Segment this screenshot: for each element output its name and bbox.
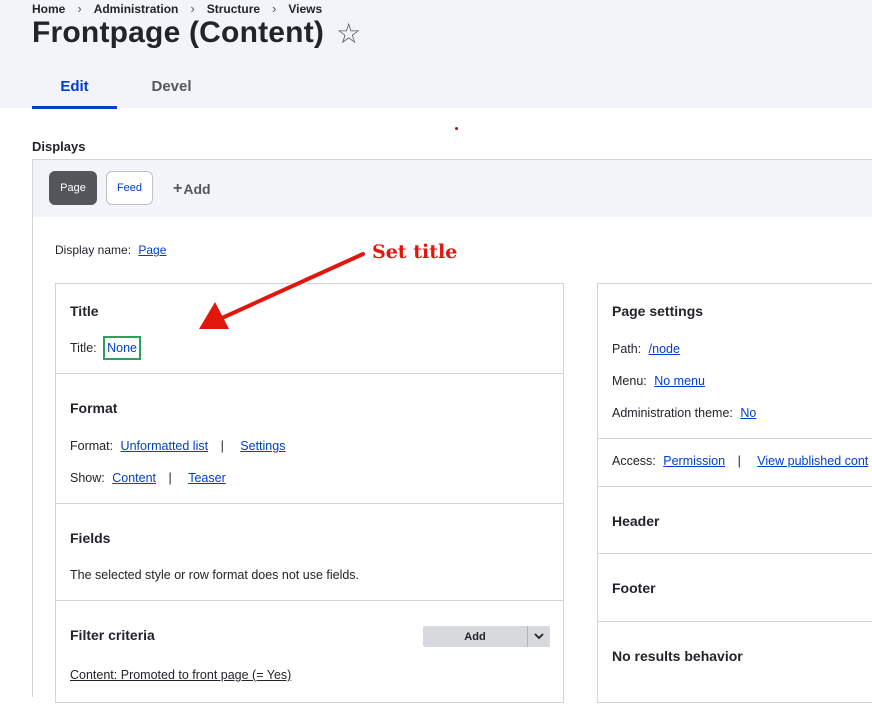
breadcrumb-separator: › <box>190 1 195 16</box>
show-content-link[interactable]: Content <box>112 471 156 485</box>
format-unformatted-list-link[interactable]: Unformatted list <box>121 439 209 453</box>
display-name-link[interactable]: Page <box>138 243 166 257</box>
display-name-label: Display name: <box>55 243 132 257</box>
filter-add-button[interactable]: Add <box>423 626 527 647</box>
access-label: Access: <box>612 454 656 468</box>
admin-theme-row: Administration theme: No <box>612 406 756 420</box>
access-permission-link[interactable]: Permission <box>663 454 725 468</box>
breadcrumb-separator: › <box>77 1 82 16</box>
admin-theme-label: Administration theme: <box>612 406 733 420</box>
footer-heading: Footer <box>612 580 656 596</box>
add-display-button[interactable]: + Add <box>173 180 211 198</box>
breadcrumb-views[interactable]: Views <box>288 2 322 16</box>
separator: | <box>220 439 224 453</box>
path-row: Path: /node <box>612 342 680 356</box>
star-icon[interactable]: ☆ <box>336 17 361 50</box>
left-column: Title Title: None Format Format: Unforma… <box>55 283 564 703</box>
breadcrumb-administration[interactable]: Administration <box>94 2 179 16</box>
format-label: Format: <box>70 439 114 453</box>
access-view-published-link[interactable]: View published cont <box>757 454 868 468</box>
path-link[interactable]: /node <box>649 342 680 356</box>
header-heading: Header <box>612 513 660 529</box>
page-settings-section: Page settings Path: /node Menu: No menu … <box>598 284 872 439</box>
breadcrumb-separator: › <box>272 1 277 16</box>
separator: | <box>168 471 172 485</box>
title-section: Title Title: None <box>56 284 563 374</box>
page-title: Frontpage (Content) ☆ <box>32 16 361 50</box>
breadcrumb-structure[interactable]: Structure <box>207 2 260 16</box>
title-row: Title: None <box>70 336 141 360</box>
show-label: Show: <box>70 471 105 485</box>
stray-mark <box>455 127 458 130</box>
admin-theme-link[interactable]: No <box>740 406 756 420</box>
path-label: Path: <box>612 342 642 356</box>
fields-text: The selected style or row format does no… <box>70 568 360 582</box>
display-tabs-bar: Page Feed + Add <box>32 159 872 218</box>
filter-promoted-link[interactable]: Content: Promoted to front page (= Yes) <box>70 668 291 682</box>
footer-section: Footer <box>598 554 872 622</box>
format-section: Format Format: Unformatted list | Settin… <box>56 374 563 504</box>
fields-section: Fields The selected style or row format … <box>56 504 563 601</box>
separator: | <box>737 454 741 468</box>
format-settings-link[interactable]: Settings <box>240 439 285 453</box>
page-settings-heading: Page settings <box>612 303 704 319</box>
title-heading: Title <box>70 303 99 319</box>
chevron-down-icon[interactable] <box>527 626 550 647</box>
primary-tabs: Edit Devel <box>32 70 226 109</box>
add-display-label: Add <box>183 181 211 197</box>
show-teaser-link[interactable]: Teaser <box>188 471 226 485</box>
filter-heading: Filter criteria <box>70 627 155 643</box>
header-section: Header <box>598 487 872 554</box>
plus-icon: + <box>173 180 183 197</box>
menu-link[interactable]: No menu <box>654 374 705 388</box>
title-none-link[interactable]: None <box>103 336 141 360</box>
displays-heading: Displays <box>32 139 86 154</box>
menu-label: Menu: <box>612 374 647 388</box>
menu-row: Menu: No menu <box>612 374 705 388</box>
display-name-row: Display name: Page <box>55 243 166 257</box>
format-heading: Format <box>70 400 118 416</box>
no-results-section: No results behavior <box>598 622 872 702</box>
filter-section: Filter criteria Content: Promoted to fro… <box>56 601 563 711</box>
title-label: Title: <box>70 341 97 355</box>
tab-devel[interactable]: Devel <box>129 70 214 109</box>
page-title-text: Frontpage (Content) <box>32 16 325 49</box>
filter-add-dropbutton[interactable]: Add <box>423 626 550 647</box>
format-row: Format: Unformatted list | Settings <box>70 439 285 453</box>
display-tab-feed[interactable]: Feed <box>106 171 153 205</box>
breadcrumb: Home › Administration › Structure › View… <box>32 1 322 16</box>
access-row: Access: Permission | View published cont <box>612 454 868 468</box>
access-section: Access: Permission | View published cont <box>598 439 872 487</box>
annotation-label: Set title <box>372 241 458 263</box>
no-results-heading: No results behavior <box>612 648 743 664</box>
tab-edit[interactable]: Edit <box>32 70 117 109</box>
display-tab-page[interactable]: Page <box>49 171 97 205</box>
fields-heading: Fields <box>70 530 111 546</box>
right-column: Page settings Path: /node Menu: No menu … <box>597 283 872 703</box>
show-row: Show: Content | Teaser <box>70 471 226 485</box>
breadcrumb-home[interactable]: Home <box>32 2 65 16</box>
